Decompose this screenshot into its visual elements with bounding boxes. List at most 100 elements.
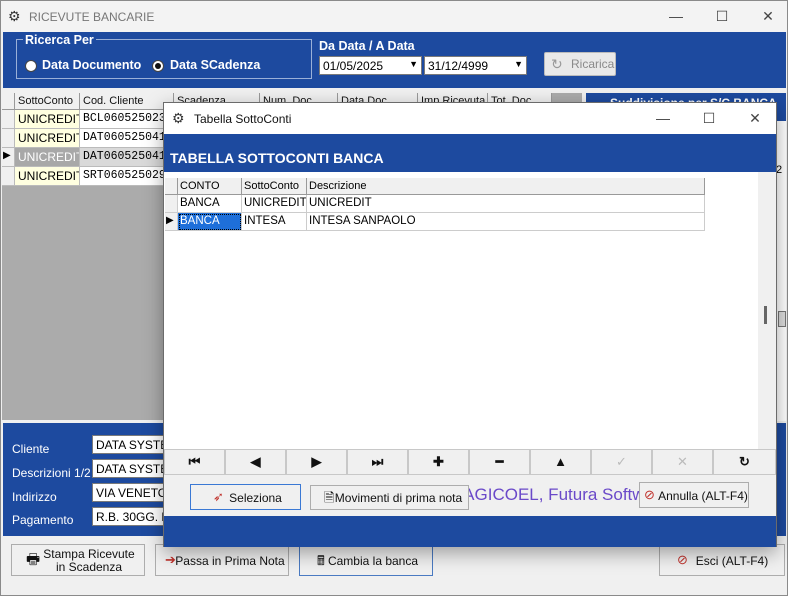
movimenti-prima-nota-button[interactable]: 🗎 Movimenti di prima nota [310,485,469,510]
main-window-title: RICEVUTE BANCARIE [29,10,155,24]
pagamento-label: Pagamento [12,513,74,527]
grid-header[interactable]: Descrizione [307,178,705,195]
radio-data-scadenza[interactable] [152,60,164,72]
date-to-value: 31/12/4999 [428,59,489,73]
table-cell-selected[interactable]: BANCA [178,213,242,231]
pagamento-field[interactable]: R.B. 30GG. D [92,507,172,526]
table-cell[interactable]: INTESA [242,213,307,231]
table-cell[interactable]: UNICREDIT [307,195,705,213]
grid-header[interactable]: Cod. Cliente [80,93,174,110]
table-cell[interactable]: DAT060525041 [80,148,174,167]
dialog-title: Tabella SottoConti [194,112,292,126]
sottoconti-grid[interactable]: CONTO SottoConto Descrizione BANCA UNICR… [164,172,776,504]
first-record-icon[interactable]: ⏮ [164,449,225,475]
grid-corner [2,93,15,110]
table-cell[interactable]: BANCA [178,195,242,213]
reload-icon: ↻ [551,56,563,72]
suddivisione-cell: 2 [776,164,786,180]
table-cell[interactable]: UNICREDIT [15,110,80,129]
date-range-label: Da Data / A Data [319,39,415,53]
table-cell[interactable]: BCL0605250232 [80,110,174,129]
delete-record-icon[interactable]: ━ [469,449,530,475]
dialog-gear-icon: ⚙ [172,110,185,126]
table-cell[interactable]: UNICREDIT [242,195,307,213]
cambia-banca-button[interactable]: 🖩 Cambia la banca [299,544,433,576]
grid-corner [165,178,178,195]
date-from-value: 01/05/2025 [323,59,384,73]
exit-icon: ⊘ [677,552,688,567]
date-from-combo[interactable]: 01/05/2025 ▼ [319,56,422,75]
edit-record-icon[interactable]: ▲ [530,449,591,475]
app-gear-icon: ⚙ [8,8,21,24]
seleziona-button[interactable]: ➶ Seleziona [190,484,301,510]
insert-record-icon[interactable]: ✚ [408,449,469,475]
cliente-field[interactable]: DATA SYSTE [92,435,172,454]
last-record-icon[interactable]: ⏭ [347,449,408,475]
seleziona-label: Seleziona [229,491,282,505]
descrizioni-label: Descrizioni 1/2 [12,466,91,480]
ledger-icon: 🗎 [324,490,335,505]
row-selector[interactable] [165,195,178,213]
passa-label: Passa in Prima Nota [175,554,285,568]
chevron-down-icon[interactable]: ▼ [514,59,523,69]
table-cell[interactable]: UNICREDIT [15,167,80,186]
close-icon[interactable]: ✕ [732,103,778,134]
scrollbar-thumb[interactable] [764,306,767,324]
cliente-label: Cliente [12,442,50,456]
record-navigator: ⏮ ◀ ▶ ⏭ ✚ ━ ▲ ✓ ✕ ↻ [164,449,776,475]
row-selector[interactable] [2,129,15,148]
prev-record-icon[interactable]: ◀ [225,449,286,475]
bank-icon: 🖩 [317,553,325,568]
row-selector[interactable] [2,167,15,186]
annulla-label: Annulla (ALT-F4) [658,489,748,503]
chevron-down-icon[interactable]: ▼ [409,59,418,69]
cambia-label: Cambia la banca [327,554,419,568]
annulla-button[interactable]: ⊘ Annulla (ALT-F4) [639,482,749,508]
minimize-icon[interactable]: — [640,103,686,134]
grid-header[interactable]: SottoConto [15,93,80,110]
stampa-line2: in Scadenza [55,560,123,574]
cancel-icon: ⊘ [644,487,655,502]
cancel-record-icon[interactable]: ✕ [652,449,713,475]
table-cell[interactable]: DAT060525041 [80,129,174,148]
sottoconti-dialog: ⚙ Tabella SottoConti — ☐ ✕ TABELLA SOTTO… [163,102,777,547]
row-selector[interactable] [2,110,15,129]
movimenti-label: Movimenti di prima nota [334,491,463,505]
table-cell[interactable]: SRT060525029 [80,167,174,186]
esci-button[interactable]: ⊘ Esci (ALT-F4) [659,544,785,576]
radio-data-documento[interactable] [25,60,37,72]
post-record-icon[interactable]: ✓ [591,449,652,475]
descrizioni-field[interactable]: DATA SYSTE [92,459,172,478]
stampa-ricevute-button[interactable]: 🖶 Stampa Ricevute in Scadenza [11,544,145,576]
maximize-icon[interactable]: ☐ [699,1,745,32]
table-cell[interactable]: INTESA SANPAOLO [307,213,705,231]
dialog-footer [164,516,776,547]
search-panel: Ricerca Per Data Documento Data SCadenza… [3,32,786,88]
table-cell[interactable]: UNICREDIT [15,148,80,167]
arrow-right-icon: ➔ [165,552,176,567]
refresh-icon[interactable]: ↻ [713,449,776,475]
indirizzo-field[interactable]: VIA VENETO, [92,483,172,502]
next-record-icon[interactable]: ▶ [286,449,347,475]
passa-prima-nota-button[interactable]: ➔ Passa in Prima Nota [155,544,289,576]
indirizzo-label: Indirizzo [12,490,57,504]
ricarica-button[interactable]: ↻ Ricarica [544,52,616,76]
maximize-icon[interactable]: ☐ [686,103,732,134]
dialog-heading: TABELLA SOTTOCONTI BANCA [170,150,384,166]
grid-header[interactable]: CONTO [178,178,242,195]
radio-data-documento-label[interactable]: Data Documento [42,58,141,72]
dialog-title-bar: ⚙ Tabella SottoConti — ☐ ✕ [164,103,776,134]
current-row-indicator-icon[interactable]: ▶ [2,148,15,167]
date-to-combo[interactable]: 31/12/4999 ▼ [424,56,527,75]
grid-header[interactable]: SottoConto [242,178,307,195]
minimize-icon[interactable]: — [653,1,699,32]
radio-data-scadenza-label[interactable]: Data SCadenza [170,58,260,72]
scrollbar-thumb[interactable] [778,311,786,327]
table-cell[interactable]: UNICREDIT [15,129,80,148]
pointer-arrow-icon: ➶ [213,489,224,504]
ricerca-group-label: Ricerca Per [23,33,96,47]
close-icon[interactable]: ✕ [745,1,788,32]
current-row-indicator-icon[interactable]: ▶ [165,213,178,231]
main-title-bar: ⚙ RICEVUTE BANCARIE — ☐ ✕ [1,1,787,32]
vertical-scrollbar[interactable] [758,172,776,452]
